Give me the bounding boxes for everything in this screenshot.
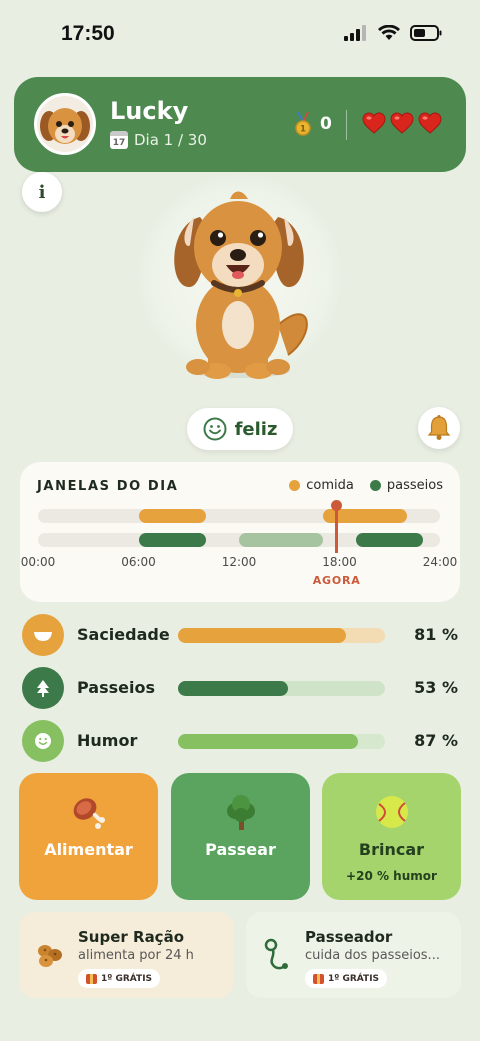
free-badge: 1º GRÁTIS [78,969,161,988]
calendar-icon: 17 [110,131,128,149]
stat-row-satiety: Saciedade 81 % [22,614,462,656]
badge-label: 1º GRÁTIS [101,973,153,984]
now-marker-line [335,506,339,553]
stat-bar-fill [178,628,346,643]
time-tick: 12:00 [221,555,257,569]
medal-counter[interactable]: 1 0 [294,112,332,136]
ball-icon [373,793,411,835]
gift-icon [313,973,324,984]
tree-icon [221,793,261,837]
kibble-icon [36,942,64,972]
pet-name: Lucky [110,97,189,125]
windows-legend: comida passeios [289,478,443,493]
legend-item-food: comida [289,478,354,493]
legend-label-walks: passeios [386,478,443,493]
walk-button[interactable]: Passear [171,773,310,900]
stat-value: 87 % [414,731,458,750]
signal-icon [344,25,366,41]
pet-avatar[interactable] [34,93,96,155]
windows-title: JANELAS DO DIA [37,479,179,494]
feed-label: Alimentar [44,840,133,859]
header-divider [346,110,347,140]
play-label: Brincar [358,840,425,859]
dog-face-icon [37,96,93,152]
stat-bar-track [178,734,385,749]
food-window [138,509,206,523]
walk-timeline-track [38,533,440,547]
heart-icon [418,112,442,134]
stat-label: Humor [77,731,138,750]
free-badge: 1º GRÁTIS [305,969,388,988]
meat-icon [69,793,109,837]
time-tick: 18:00 [322,555,357,569]
gift-icon [86,973,97,984]
day-counter: 17 Dia 1 / 30 [110,131,207,149]
day-label: Dia 1 / 30 [134,131,207,149]
legend-dot-food [289,480,301,491]
medal-icon: 1 [295,112,311,136]
status-time: 17:50 [61,22,115,45]
stat-value: 81 % [414,625,458,644]
promo-title: Passeador [305,928,393,946]
notifications-button[interactable] [418,407,460,449]
play-button[interactable]: Brincar +20 % humor [322,773,461,900]
smiley-icon [203,417,227,441]
heart-icon [390,112,414,134]
battery-icon [410,25,442,41]
stat-row-walks: Passeios 53 % [22,667,462,709]
wifi-icon [378,25,400,40]
heart-icon [362,112,386,134]
stat-bar-track [178,628,385,643]
status-bar: 17:50 [0,0,480,70]
svg-text:1: 1 [300,125,306,135]
now-label: AGORA [312,574,361,587]
badge-label: 1º GRÁTIS [328,973,380,984]
leash-icon [263,938,291,976]
info-button[interactable]: i [22,172,62,212]
stat-value: 53 % [414,678,458,697]
tree-icon [22,667,64,709]
status-icons [344,25,442,41]
smiley-icon [22,720,64,762]
stat-bar-fill [178,734,359,749]
medal-count: 0 [320,114,332,134]
time-tick: 06:00 [121,555,156,569]
legend-item-walks: passeios [369,478,443,493]
food-timeline-track [38,509,440,523]
daily-windows-card: JANELAS DO DIA comida passeios 00:00 06:0… [20,462,460,602]
bell-icon [427,415,451,440]
play-bonus: +20 % humor [346,869,437,883]
super-food-offer[interactable]: Super Ração alimenta por 24 h 1º GRÁTIS [19,912,234,998]
dog-walker-offer[interactable]: Passeador cuida dos passeios... 1º GRÁTI… [246,912,461,998]
promo-title: Super Ração [78,928,185,946]
promo-desc: alimenta por 24 h [78,948,194,963]
dog-illustration [174,191,308,379]
legend-label-food: comida [306,478,354,493]
stat-label: Passeios [77,678,155,697]
mood-label: feliz [234,418,278,440]
pet-area[interactable] [138,175,342,385]
walk-window [356,533,424,547]
feed-button[interactable]: Alimentar [19,773,158,900]
time-tick: 00:00 [20,555,56,569]
legend-dot-walks [369,480,381,491]
walk-label: Passear [205,840,276,859]
pet-header-card: Lucky 17 Dia 1 / 30 1 0 [14,77,466,172]
stat-label: Saciedade [77,625,170,644]
stat-row-humor: Humor 87 % [22,720,462,762]
stat-bar-fill [178,681,288,696]
lives-hearts [362,112,442,134]
bowl-icon [22,614,64,656]
time-tick: 24:00 [422,555,458,569]
promo-desc: cuida dos passeios... [305,948,440,963]
mood-indicator[interactable]: feliz [187,408,293,450]
stat-bar-track [178,681,385,696]
walk-window [239,533,323,547]
walk-window [138,533,206,547]
